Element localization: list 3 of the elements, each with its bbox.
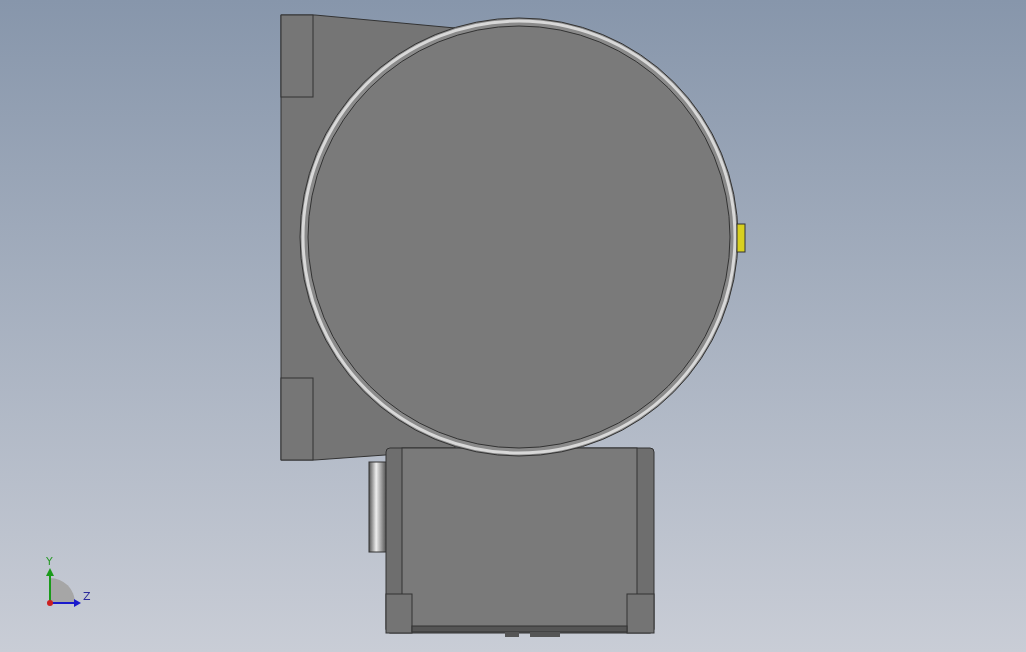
axis-label: Y [46, 555, 53, 568]
axis-triad-icon [46, 568, 81, 607]
axis-label: Z [83, 590, 91, 603]
